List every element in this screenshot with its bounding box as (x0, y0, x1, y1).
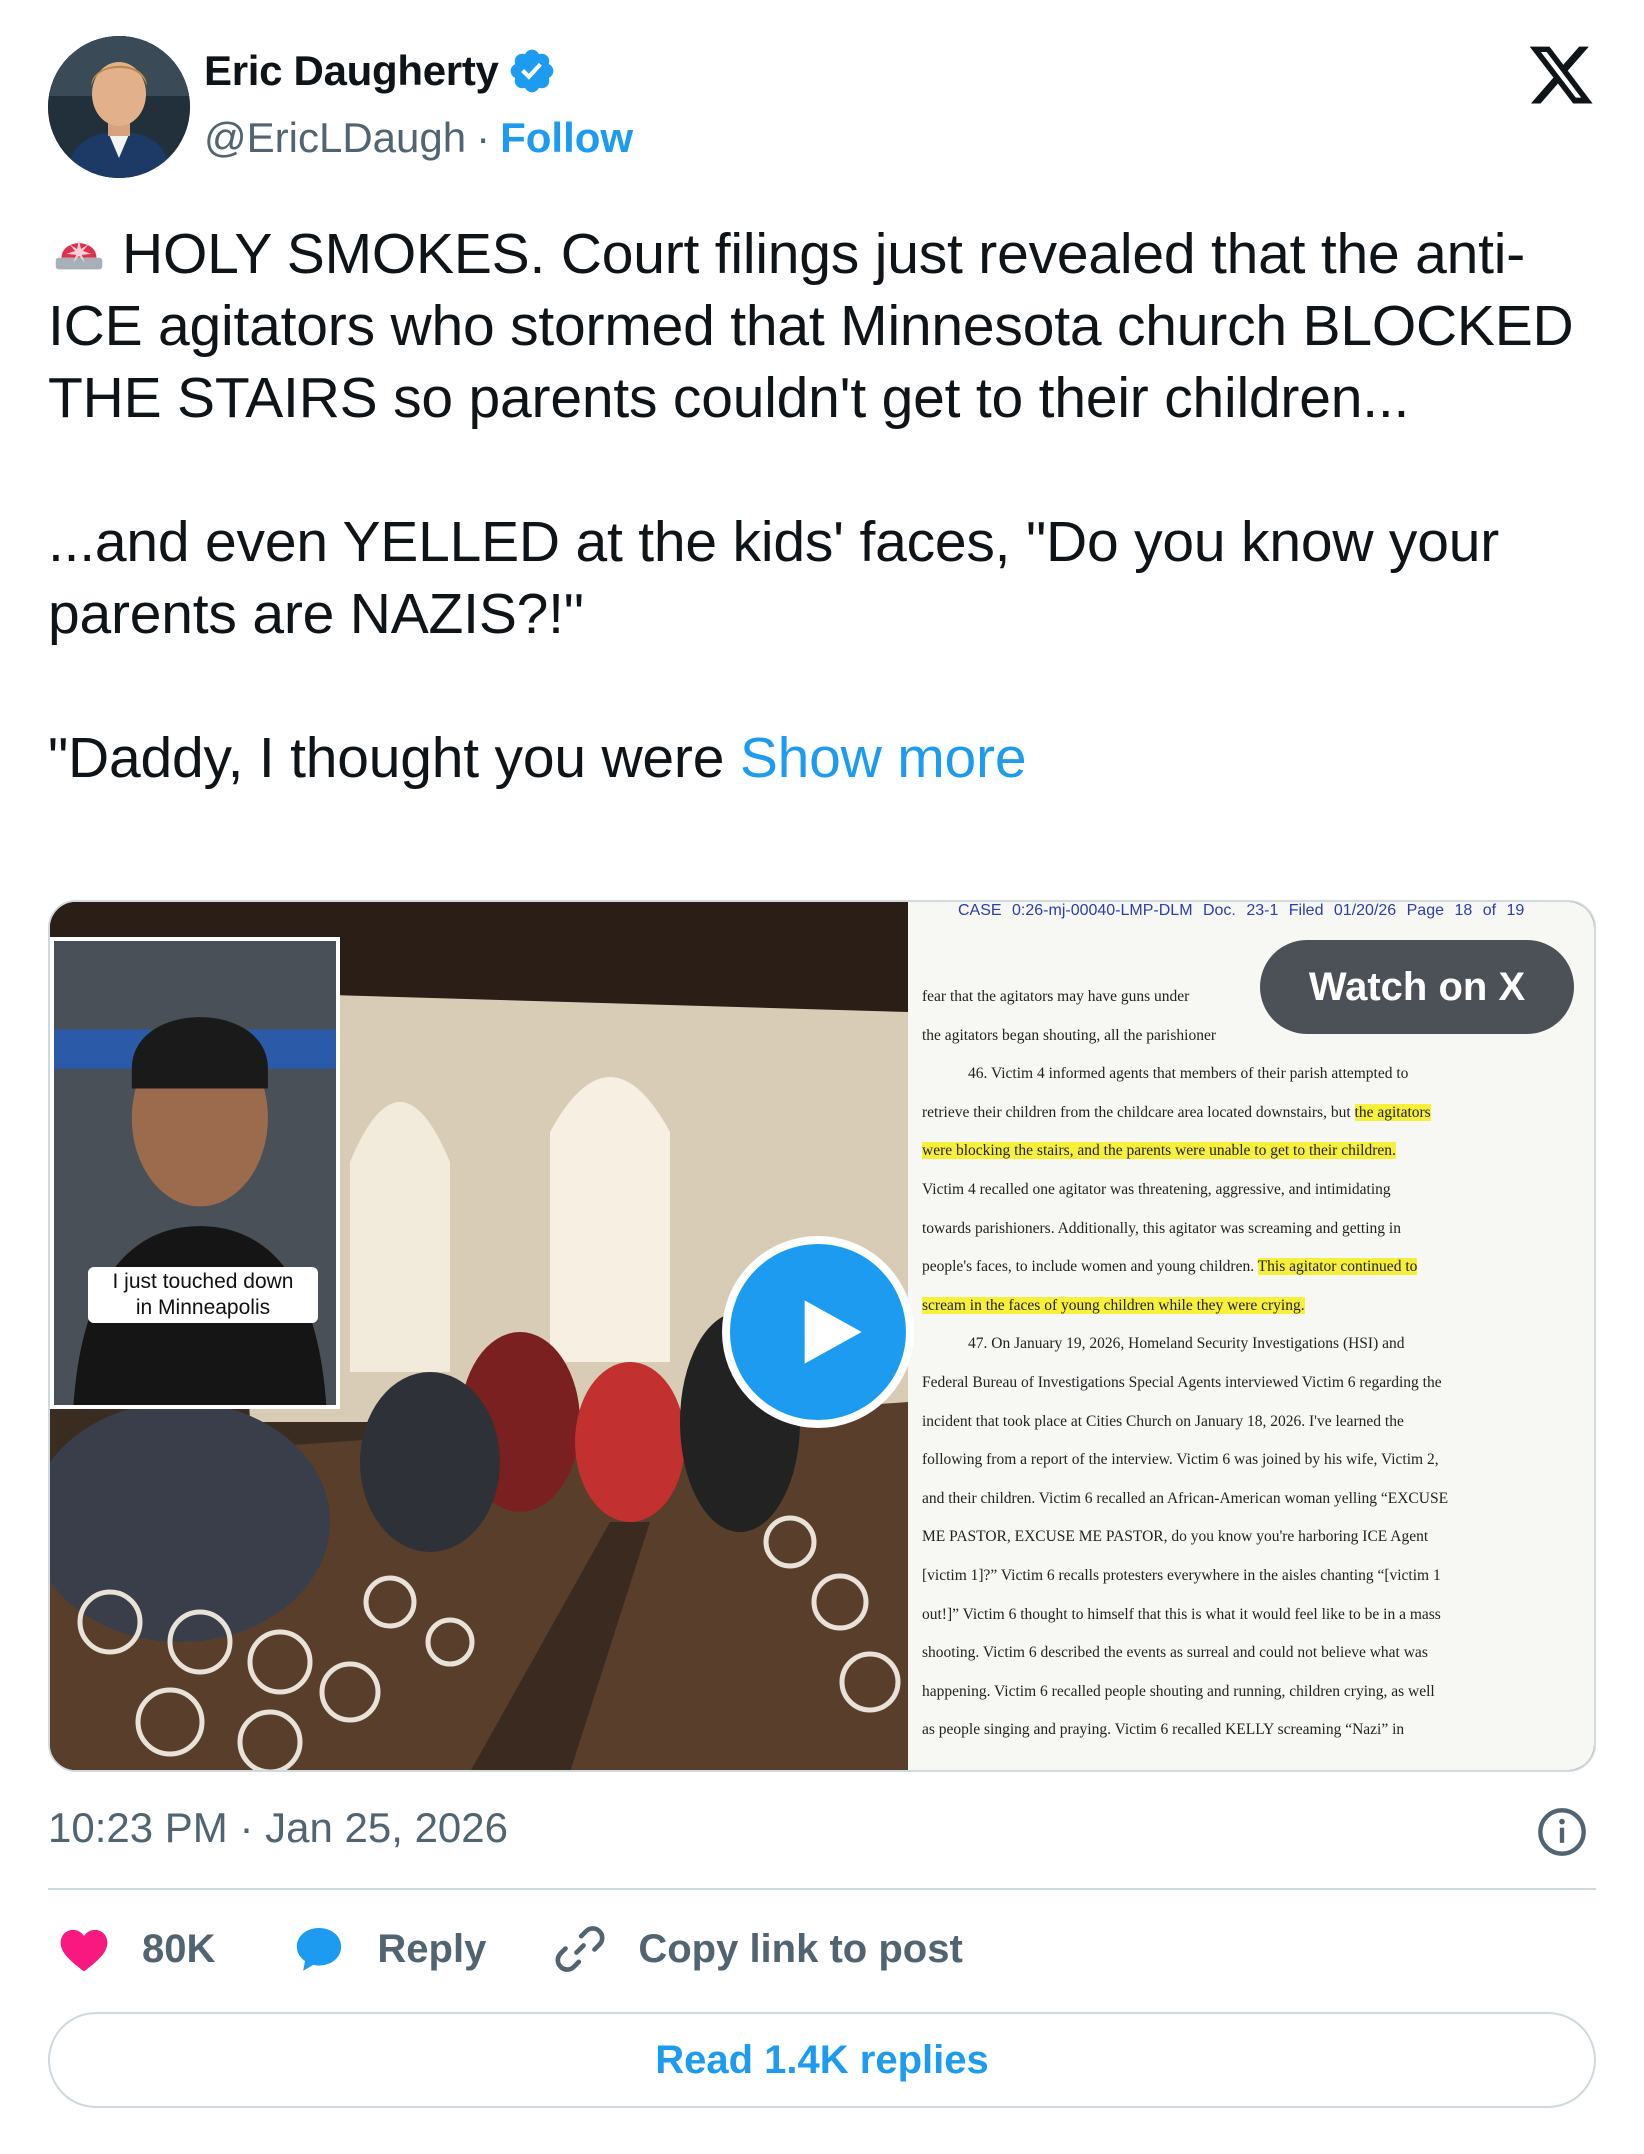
like-button[interactable]: 80K (56, 1921, 215, 1977)
doc-line: and their children. Victim 6 recalled an… (922, 1489, 1449, 1507)
doc-line: out!]” Victim 6 thought to himself that … (922, 1605, 1441, 1623)
author-handle-row: @EricLDaugh · Follow (204, 114, 633, 162)
document-text: fear that the agitators may have guns un… (922, 978, 1582, 1750)
doc-line: [victim 1]?” Victim 6 recalls protesters… (922, 1566, 1441, 1584)
police-light-icon (55, 240, 103, 270)
doc-line: as people singing and praying. Victim 6 … (922, 1721, 1405, 1739)
like-count: 80K (142, 1926, 216, 1971)
doc-line: retrieve their children from the childca… (922, 1094, 1582, 1133)
post-date: Jan 25, 2026 (265, 1804, 508, 1851)
x-logo-icon[interactable] (1526, 40, 1596, 110)
doc-highlight: scream in the faces of young children wh… (922, 1296, 1305, 1314)
inset-caption: I just touched down in Minneapolis (88, 1267, 318, 1323)
tweet-text-3: "Daddy, I thought you were (48, 726, 740, 790)
link-icon (555, 1926, 605, 1972)
document-header: CASE 0:26-mj-00040-LMP-DLM Doc. 23-1 Fil… (958, 902, 1525, 919)
inset-person-image (54, 941, 336, 1405)
doc-line: Victim 4 recalled one agitator was threa… (922, 1180, 1391, 1198)
inset-caption-line-2: in Minneapolis (135, 1296, 271, 1319)
post-time: 10:23 PM (48, 1804, 228, 1851)
tweet-paragraph-3: "Daddy, I thought you were Show more (48, 722, 1596, 794)
doc-line: following from a report of the interview… (922, 1451, 1439, 1469)
speech-bubble-icon (297, 1928, 342, 1971)
reply-button[interactable]: Reply (291, 1921, 486, 1977)
doc-line: Federal Bureau of Investigations Special… (922, 1373, 1442, 1391)
doc-line: happening. Victim 6 recalled people shou… (922, 1682, 1435, 1700)
timestamp-separator: · (239, 1804, 254, 1851)
avatar[interactable] (48, 36, 190, 178)
doc-line: 46. Victim 4 informed agents that member… (968, 1065, 1409, 1083)
doc-line: scream in the faces of young children wh… (922, 1287, 1582, 1326)
author-handle[interactable]: @EricLDaugh (204, 114, 466, 162)
follow-button[interactable]: Follow (500, 114, 633, 162)
play-icon (804, 1300, 862, 1364)
author-name[interactable]: Eric Daugherty (204, 47, 499, 95)
doc-line: shooting. Victim 6 described the events … (922, 1644, 1428, 1662)
avatar-image (48, 36, 190, 178)
verified-badge-icon (510, 49, 553, 93)
action-bar: 80K Reply Copy link to post (56, 1916, 963, 1982)
doc-highlight: were blocking the stairs, and the parent… (922, 1142, 1396, 1160)
read-replies-button[interactable]: Read 1.4K replies (48, 2012, 1596, 2108)
inset-video: I just touched down in Minneapolis (50, 937, 340, 1409)
doc-highlight: the agitators (1354, 1103, 1431, 1121)
doc-highlight: This agitator continued to (1257, 1258, 1418, 1276)
reply-label: Reply (377, 1926, 487, 1971)
author-name-row: Eric Daugherty (204, 46, 557, 96)
info-icon[interactable] (1536, 1806, 1588, 1858)
doc-line: towards parishioners. Additionally, this… (922, 1219, 1401, 1237)
tweet-body: HOLY SMOKES. Court filings just revealed… (48, 218, 1596, 794)
copy-link-button[interactable]: Copy link to post (552, 1921, 963, 1977)
doc-line: incident that took place at Cities Churc… (922, 1412, 1404, 1430)
doc-line: were blocking the stairs, and the parent… (922, 1132, 1582, 1171)
play-button[interactable] (722, 1236, 914, 1428)
heart-icon (60, 1929, 108, 1972)
timestamp[interactable]: 10:23 PM · Jan 25, 2026 (48, 1804, 508, 1852)
tweet-text-2: ...and even YELLED at the kids' faces, "… (48, 510, 1500, 646)
inset-caption-line-1: I just touched down (112, 1270, 294, 1293)
divider (48, 1888, 1596, 1890)
doc-line: ME PASTOR, EXCUSE ME PASTOR, do you know… (922, 1528, 1429, 1546)
tweet-card: Eric Daugherty @EricLDaugh · Follow HOLY… (0, 0, 1644, 2154)
doc-line: 47. On January 19, 2026, Homeland Securi… (968, 1335, 1405, 1353)
show-more-link[interactable]: Show more (740, 726, 1027, 790)
tweet-text-1: HOLY SMOKES. Court filings just revealed… (48, 222, 1574, 430)
copy-link-label: Copy link to post (638, 1926, 963, 1971)
handle-separator: · (476, 114, 491, 161)
doc-line-part: retrieve their children from the childca… (922, 1103, 1355, 1121)
doc-line-part: people's faces, to include women and you… (922, 1258, 1258, 1276)
watch-on-x-button[interactable]: Watch on X (1260, 940, 1574, 1034)
tweet-paragraph-1: HOLY SMOKES. Court filings just revealed… (48, 218, 1596, 434)
doc-line: people's faces, to include women and you… (922, 1248, 1582, 1287)
